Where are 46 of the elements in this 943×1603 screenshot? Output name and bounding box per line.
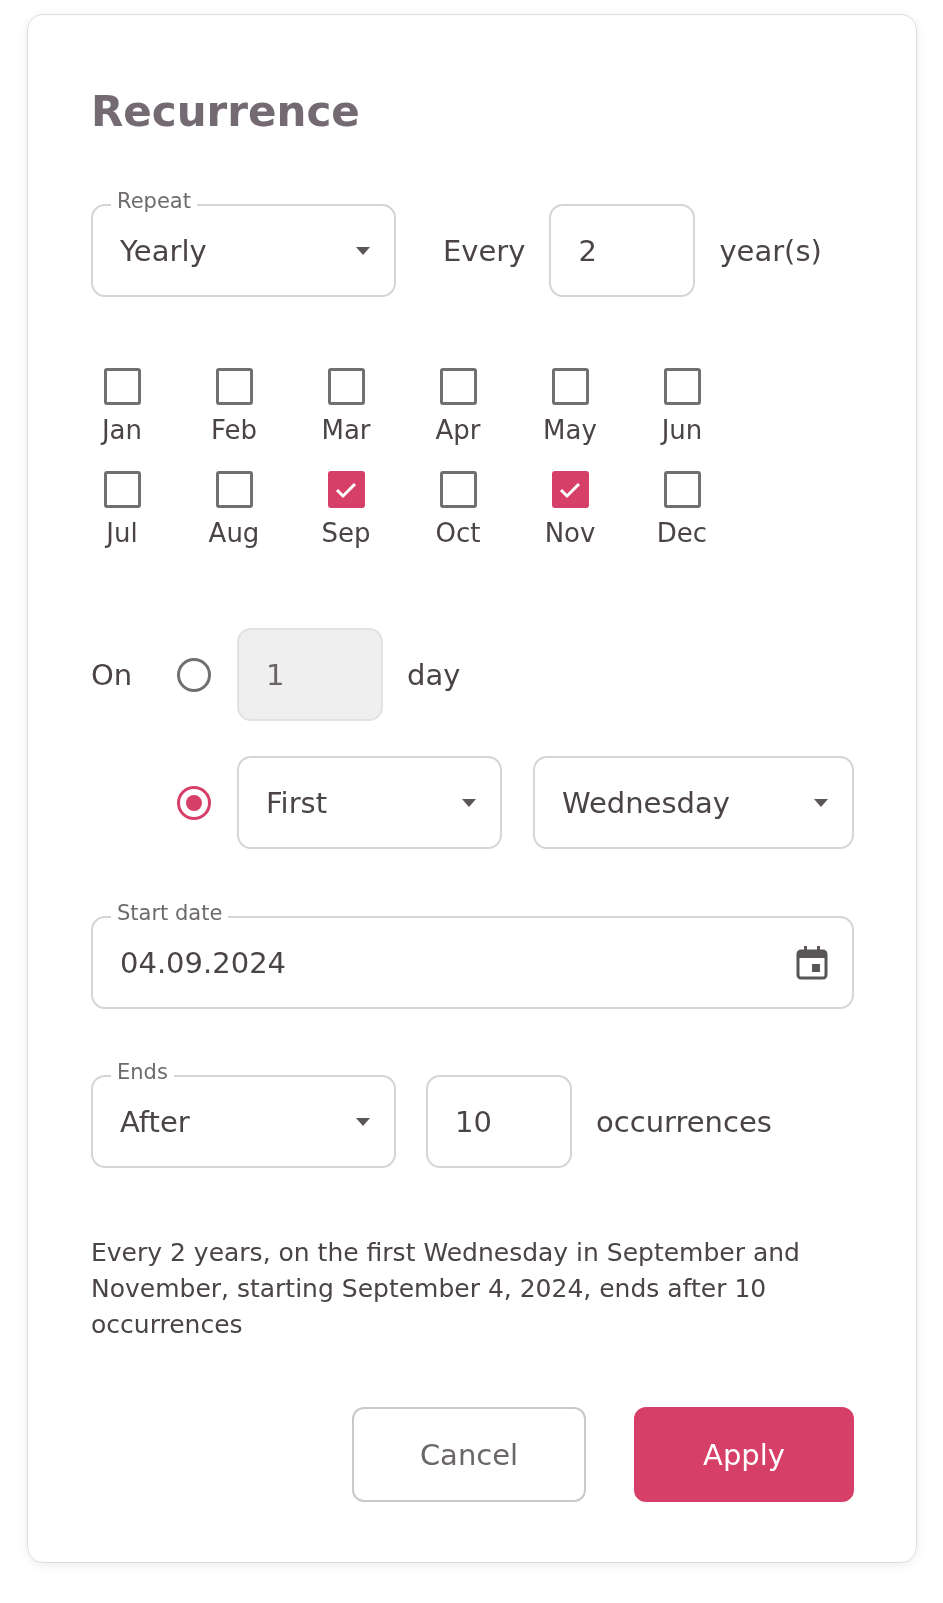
caret-icon xyxy=(356,1117,370,1126)
apply-button[interactable]: Apply xyxy=(634,1407,854,1502)
month-label: Jul xyxy=(106,518,138,548)
radio-button[interactable] xyxy=(177,785,211,820)
day-label: day xyxy=(407,657,461,692)
month-label: Nov xyxy=(544,518,596,548)
ordinal-select[interactable]: First xyxy=(237,756,502,849)
caret-icon xyxy=(462,798,476,807)
dialog-title: Recurrence xyxy=(91,87,361,136)
month-checkbox[interactable] xyxy=(663,368,701,405)
month-label: Mar xyxy=(321,415,371,445)
month-checkbox[interactable] xyxy=(439,471,477,508)
month-checkbox[interactable] xyxy=(551,471,589,508)
caret-icon xyxy=(356,246,370,255)
month-checkbox[interactable] xyxy=(215,471,253,508)
month-label: Jun xyxy=(661,415,703,445)
on-label: On xyxy=(91,657,134,692)
month-checkbox[interactable] xyxy=(327,368,365,405)
month-checkbox[interactable] xyxy=(103,368,141,405)
weekday-select[interactable]: Wednesday xyxy=(533,756,854,849)
month-checkbox[interactable] xyxy=(103,471,141,508)
month-checkbox[interactable] xyxy=(327,471,365,508)
unit-label: year(s) xyxy=(719,233,822,268)
check-icon xyxy=(559,480,581,499)
summary-text: Every 2 years, on the first Wednesday in September and November, starting September 4, 2024, ends after 10 occurrences xyxy=(91,1237,801,1341)
month-label: Sep xyxy=(321,518,371,548)
calendar-icon xyxy=(796,945,828,980)
month-label: May xyxy=(543,415,597,445)
cancel-button[interactable]: Cancel xyxy=(352,1407,586,1502)
month-label: Dec xyxy=(656,518,708,548)
occurrences-label: occurrences xyxy=(596,1104,772,1139)
month-label: Apr xyxy=(435,415,481,445)
month-checkbox[interactable] xyxy=(439,368,477,405)
month-label: Jan xyxy=(101,415,143,445)
field-label: Repeat xyxy=(111,189,197,213)
month-label: Feb xyxy=(210,415,257,445)
every-label: Every xyxy=(443,233,526,268)
month-checkbox[interactable] xyxy=(215,368,253,405)
month-checkbox[interactable] xyxy=(663,471,701,508)
month-label: Oct xyxy=(435,518,481,548)
month-checkbox[interactable] xyxy=(551,368,589,405)
check-icon xyxy=(335,480,357,499)
count-input[interactable]: 10 xyxy=(426,1075,572,1168)
interval-input[interactable]: 2 xyxy=(549,204,696,297)
month-label: Aug xyxy=(208,518,260,548)
caret-icon xyxy=(814,798,828,807)
